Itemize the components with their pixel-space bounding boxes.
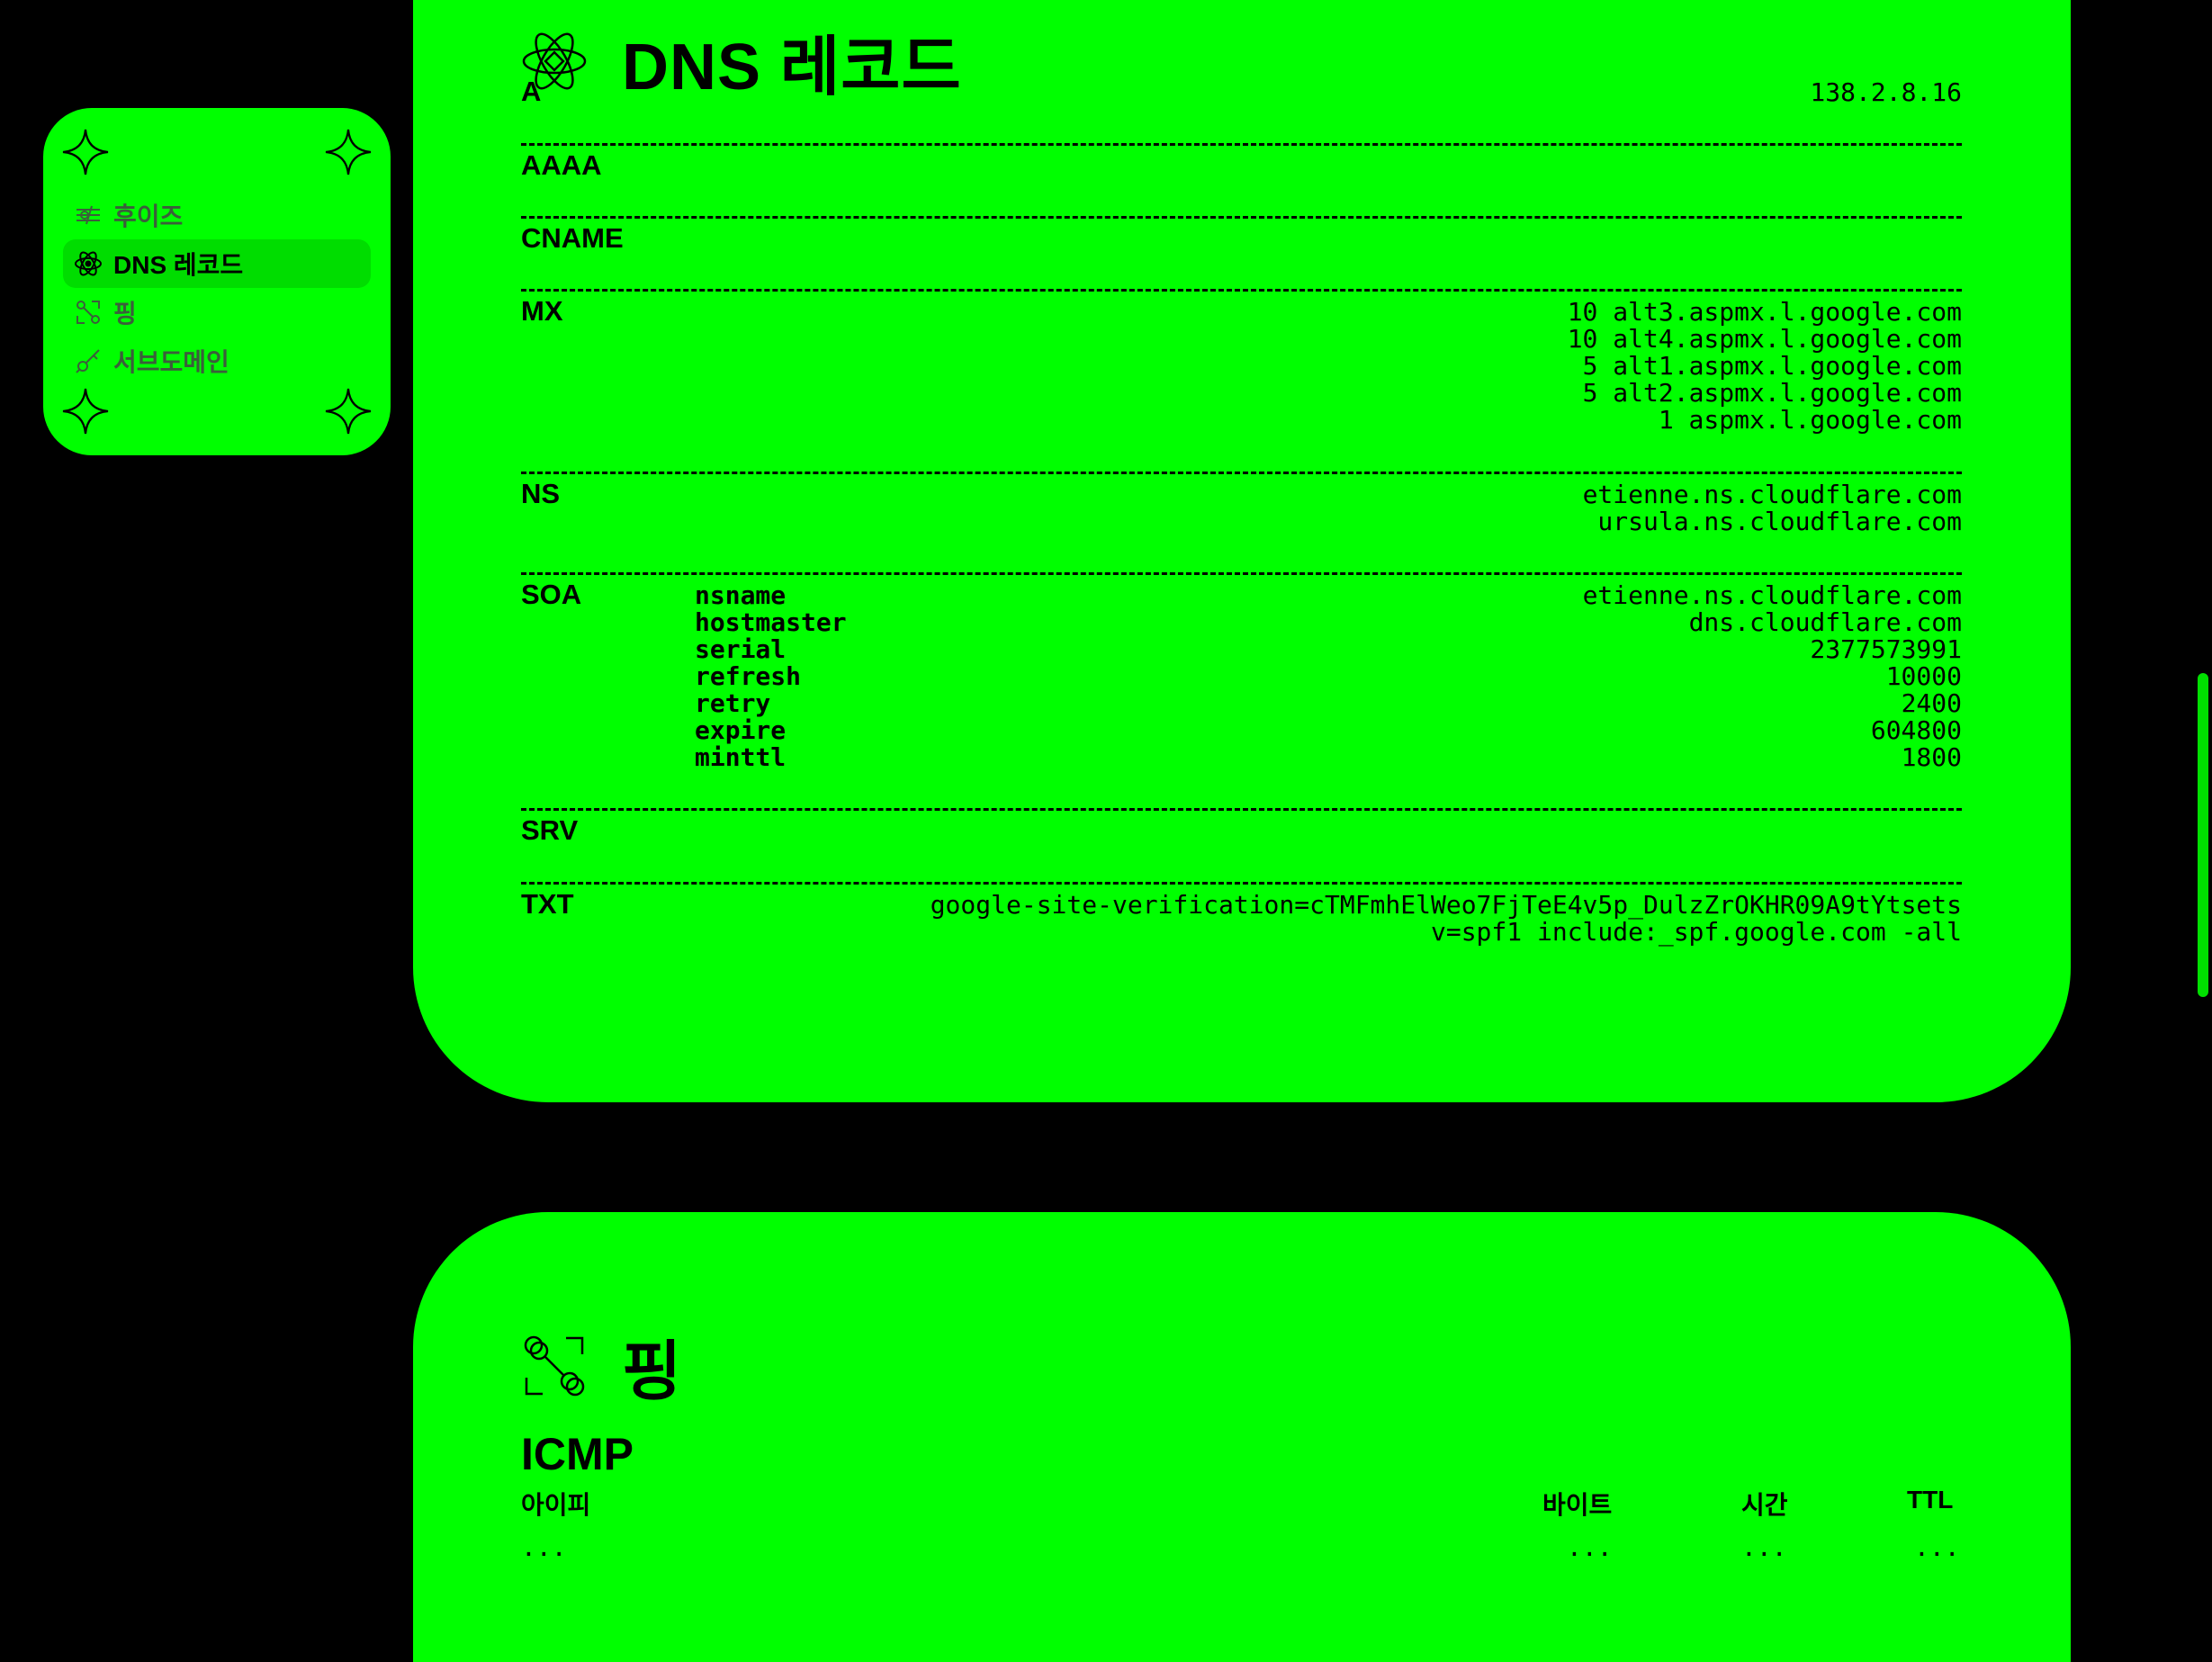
dns-record-a: A 138.2.8.16 (521, 72, 1962, 146)
dns-record-soa: SOA nsname etienne.ns.cloudflare.com host… (521, 575, 1962, 811)
ping-cell-bytes: ... (1567, 1532, 1613, 1562)
sidebar-item-label: DNS 레코드 (113, 251, 244, 279)
ping-title: 핑 (622, 1336, 683, 1408)
soa-value: 2377573991 (1810, 634, 1962, 664)
record-type: NS (521, 478, 561, 509)
dns-record-mx: MX 10 alt3.aspmx.l.google.com 10 alt4.as… (521, 292, 1962, 474)
soa-value: etienne.ns.cloudflare.com (1582, 580, 1962, 610)
record-value: google-site-verification=cTMFmhElWeo7FjT… (930, 890, 1962, 920)
soa-row: serial 2377573991 (695, 636, 1962, 663)
soa-row: expire 604800 (695, 717, 1962, 744)
sidebar-nav: 후이즈 DNS 레코드 핑 서브도메인 (43, 108, 391, 455)
record-type: CNAME (521, 222, 624, 254)
soa-key: serial (695, 634, 787, 664)
record-value: 5 alt2.aspmx.l.google.com (1582, 378, 1962, 408)
column-header-time: 시간 (1741, 1491, 1788, 1519)
soa-row: nsname etienne.ns.cloudflare.com (695, 582, 1962, 609)
record-value: etienne.ns.cloudflare.com (1582, 480, 1962, 509)
sidebar-item-subdomain[interactable]: 서브도메인 (63, 337, 371, 385)
record-value: 10 alt3.aspmx.l.google.com (1567, 297, 1962, 327)
soa-value: 10000 (1885, 661, 1962, 691)
record-type: MX (521, 295, 563, 327)
sidebar-item-dns-records[interactable]: DNS 레코드 (63, 239, 371, 288)
column-header-ip: 아이피 (521, 1491, 591, 1519)
dns-record-aaaa: AAAA (521, 146, 1962, 219)
dns-record-cname: CNAME (521, 219, 1962, 292)
soa-value: 604800 (1870, 715, 1962, 745)
ping-icon (521, 1333, 588, 1399)
sidebar-item-ping[interactable]: 핑 (63, 288, 371, 337)
soa-key: minttl (695, 742, 787, 772)
dns-record-srv: SRV (521, 811, 1962, 885)
record-value: ursula.ns.cloudflare.com (1597, 507, 1962, 536)
column-header-bytes: 바이트 (1542, 1491, 1613, 1519)
ping-card: 핑 ICMP 아이피 바이트 시간 TTL ... ... ... ... (413, 1212, 2071, 1662)
sidebar-item-label: 서브도메인 (113, 348, 229, 376)
soa-fields: nsname etienne.ns.cloudflare.com hostmast… (695, 582, 1962, 771)
soa-key: nsname (695, 580, 787, 610)
soa-key: expire (695, 715, 787, 745)
record-value: v=spf1 include:_spf.google.com -all (1430, 917, 1962, 947)
scrollbar-thumb[interactable] (2198, 673, 2208, 997)
record-value: 5 alt1.aspmx.l.google.com (1582, 351, 1962, 381)
record-type: TXT (521, 888, 574, 920)
sparkle-icon (61, 387, 110, 436)
record-type: A (521, 76, 542, 107)
whois-icon (74, 201, 103, 229)
sparkle-icon (324, 128, 373, 176)
sidebar-item-label: 핑 (113, 300, 137, 328)
subdomain-icon (74, 346, 103, 375)
dns-record-ns: NS etienne.ns.cloudflare.com ursula.ns.c… (521, 474, 1962, 575)
ping-cell-ttl: ... (1914, 1532, 1960, 1562)
atom-icon (74, 249, 103, 278)
record-values: 10 alt3.aspmx.l.google.com 10 alt4.aspmx… (521, 292, 1962, 434)
record-value: 1 aspmx.l.google.com (1658, 405, 1962, 435)
soa-value: 2400 (1901, 688, 1962, 718)
soa-key: hostmaster (695, 607, 847, 637)
soa-value: 1800 (1901, 742, 1962, 772)
record-values: etienne.ns.cloudflare.com ursula.ns.clou… (521, 474, 1962, 535)
soa-value: dns.cloudflare.com (1688, 607, 1962, 637)
record-value: 10 alt4.aspmx.l.google.com (1567, 324, 1962, 354)
ping-heading: 핑 (521, 1318, 682, 1413)
soa-key: retry (695, 688, 771, 718)
dns-record-txt: TXT google-site-verification=cTMFmhElWeo… (521, 885, 1962, 984)
column-header-ttl: TTL (1907, 1486, 1954, 1514)
soa-row: hostmaster dns.cloudflare.com (695, 609, 1962, 636)
soa-row: retry 2400 (695, 690, 1962, 717)
record-type: SRV (521, 814, 579, 846)
soa-row: minttl 1800 (695, 744, 1962, 771)
record-values: 138.2.8.16 (521, 72, 1962, 106)
record-value: 138.2.8.16 (1810, 77, 1962, 107)
sparkle-icon (324, 387, 373, 436)
sparkle-icon (61, 128, 110, 176)
sidebar-item-whois[interactable]: 후이즈 (63, 191, 371, 239)
ping-section-title: ICMP (521, 1429, 634, 1479)
ping-cell-time: ... (1741, 1532, 1787, 1562)
dns-record-list: A 138.2.8.16 AAAA CNAME MX 10 alt3.aspmx… (521, 72, 1962, 984)
record-type: AAAA (521, 149, 602, 181)
soa-key: refresh (695, 661, 802, 691)
ping-cell-ip: ... (521, 1532, 567, 1562)
soa-row: refresh 10000 (695, 663, 1962, 690)
record-type: SOA (521, 579, 582, 610)
ping-icon (74, 298, 103, 327)
record-values: google-site-verification=cTMFmhElWeo7FjT… (521, 885, 1962, 946)
dns-records-card: DNS 레코드 A 138.2.8.16 AAAA CNAME MX 10 al… (413, 0, 2071, 1102)
sidebar-item-label: 후이즈 (113, 202, 184, 230)
